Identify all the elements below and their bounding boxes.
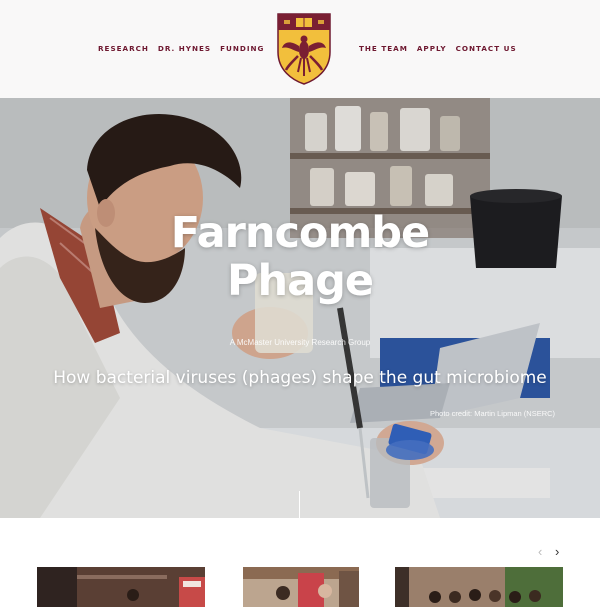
hero-title-line1: Farncombe xyxy=(170,208,430,258)
carousel-thumb[interactable] xyxy=(395,567,563,607)
nav-right: THE TEAM APPLY CONTACT US xyxy=(359,44,517,53)
carousel-thumb[interactable] xyxy=(243,567,359,607)
nav-apply[interactable]: APPLY xyxy=(417,44,447,53)
nav-dr-hynes[interactable]: DR. HYNES xyxy=(158,44,211,53)
hero-photo xyxy=(0,98,600,518)
thumb-image xyxy=(37,567,205,607)
thumb-image xyxy=(395,567,563,607)
site-header: RESEARCH DR. HYNES FUNDING THE TEAM APPL… xyxy=(0,0,600,98)
nav-left: RESEARCH DR. HYNES FUNDING xyxy=(98,44,264,53)
thumb-image xyxy=(243,567,359,607)
hero-banner: Farncombe Phage A McMaster University Re… xyxy=(0,98,600,518)
nav-the-team[interactable]: THE TEAM xyxy=(359,44,408,53)
nav-contact-us[interactable]: CONTACT US xyxy=(456,44,517,53)
hero-title-line2: Phage xyxy=(226,256,374,306)
chevron-left-icon[interactable]: ‹ xyxy=(538,544,542,560)
scroll-indicator[interactable] xyxy=(299,491,300,518)
nav-funding[interactable]: FUNDING xyxy=(220,44,264,53)
hero-subtitle: A McMaster University Research Group xyxy=(229,338,371,347)
nav-research[interactable]: RESEARCH xyxy=(98,44,149,53)
chevron-right-icon[interactable]: › xyxy=(555,544,559,560)
university-crest-icon[interactable] xyxy=(276,12,332,86)
hero-tagline: How bacterial viruses (phages) shape the… xyxy=(53,368,547,388)
photo-credit: Photo credit: Martin Lipman (NSERC) xyxy=(430,409,556,418)
carousel-thumb[interactable] xyxy=(37,567,205,607)
